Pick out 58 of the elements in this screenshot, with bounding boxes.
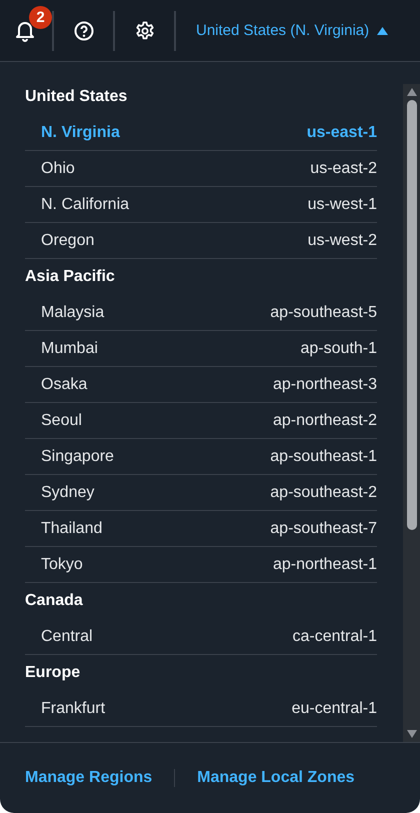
region-group-heading: United States [25,88,128,106]
settings-icon[interactable] [134,20,154,40]
region-code: us-east-1 [306,124,377,142]
region-option[interactable]: Seoul ap-northeast-2 [25,403,377,439]
region-name: Ohio [41,160,75,178]
scroll-up-icon[interactable] [406,88,416,96]
region-code: us-east-2 [310,160,377,178]
region-option[interactable]: Frankfurt eu-central-1 [25,691,377,727]
region-code: ap-southeast-5 [270,304,377,322]
region-name: Central [41,628,93,646]
region-code: us-west-2 [308,232,377,250]
region-name: Sydney [41,484,94,502]
scrollbar-thumb[interactable] [406,100,416,530]
region-option[interactable]: Central ca-central-1 [25,619,377,655]
region-option[interactable]: N. Virginia us-east-1 [25,115,377,151]
region-option[interactable]: Oregon us-west-2 [25,223,377,259]
region-option[interactable]: Singapore ap-southeast-1 [25,439,377,475]
region-name: Malaysia [41,304,104,322]
region-code: ca-central-1 [292,628,377,646]
region-code: ap-southeast-7 [270,520,377,538]
footer-link[interactable]: Manage Regions [25,769,152,787]
region-code: ap-south-1 [300,340,377,358]
region-name: Thailand [41,520,102,538]
region-name: Oregon [41,232,94,250]
region-code: ap-northeast-1 [272,556,377,574]
region-code: ap-northeast-3 [272,376,377,394]
region-option[interactable]: Malaysia ap-southeast-5 [25,295,377,331]
region-option[interactable]: Tokyo ap-northeast-1 [25,547,377,583]
region-option[interactable]: N. California us-west-1 [25,187,377,223]
region-name: Frankfurt [41,700,106,718]
region-option[interactable]: Osaka ap-northeast-3 [25,367,377,403]
caret-icon [377,26,388,34]
region-group-heading: Europe [25,664,80,682]
region-group-heading: Asia Pacific [25,268,115,286]
region-code: us-west-1 [308,196,377,214]
region-name: N. Virginia [41,124,120,142]
region-option[interactable]: Ohio us-east-2 [25,151,377,187]
region-option[interactable]: Sydney ap-southeast-2 [25,475,377,511]
notifications-icon[interactable] [15,20,35,42]
region-name: Seoul [41,412,82,430]
region-code: ap-southeast-2 [270,484,377,502]
region-name: Osaka [41,376,88,394]
help-icon[interactable] [74,20,94,40]
region-name: N. California [41,196,130,214]
region-name: Mumbai [41,340,98,358]
scroll-down-icon[interactable] [406,730,416,738]
scrollbar[interactable] [403,84,420,742]
notification-badge: 2 [29,6,52,28]
region-option[interactable]: Mumbai ap-south-1 [25,331,377,367]
region-name: Tokyo [41,556,83,574]
region-selector[interactable]: United States (N. Virginia) [190,22,388,39]
region-name: Singapore [41,448,114,466]
region-option[interactable]: Thailand ap-southeast-7 [25,511,377,547]
region-code: ap-northeast-2 [272,412,377,430]
region-group-heading: Canada [25,592,83,610]
region-code: eu-central-1 [292,700,377,718]
region-code: ap-southeast-1 [270,448,377,466]
footer-link[interactable]: Manage Local Zones [197,769,355,787]
